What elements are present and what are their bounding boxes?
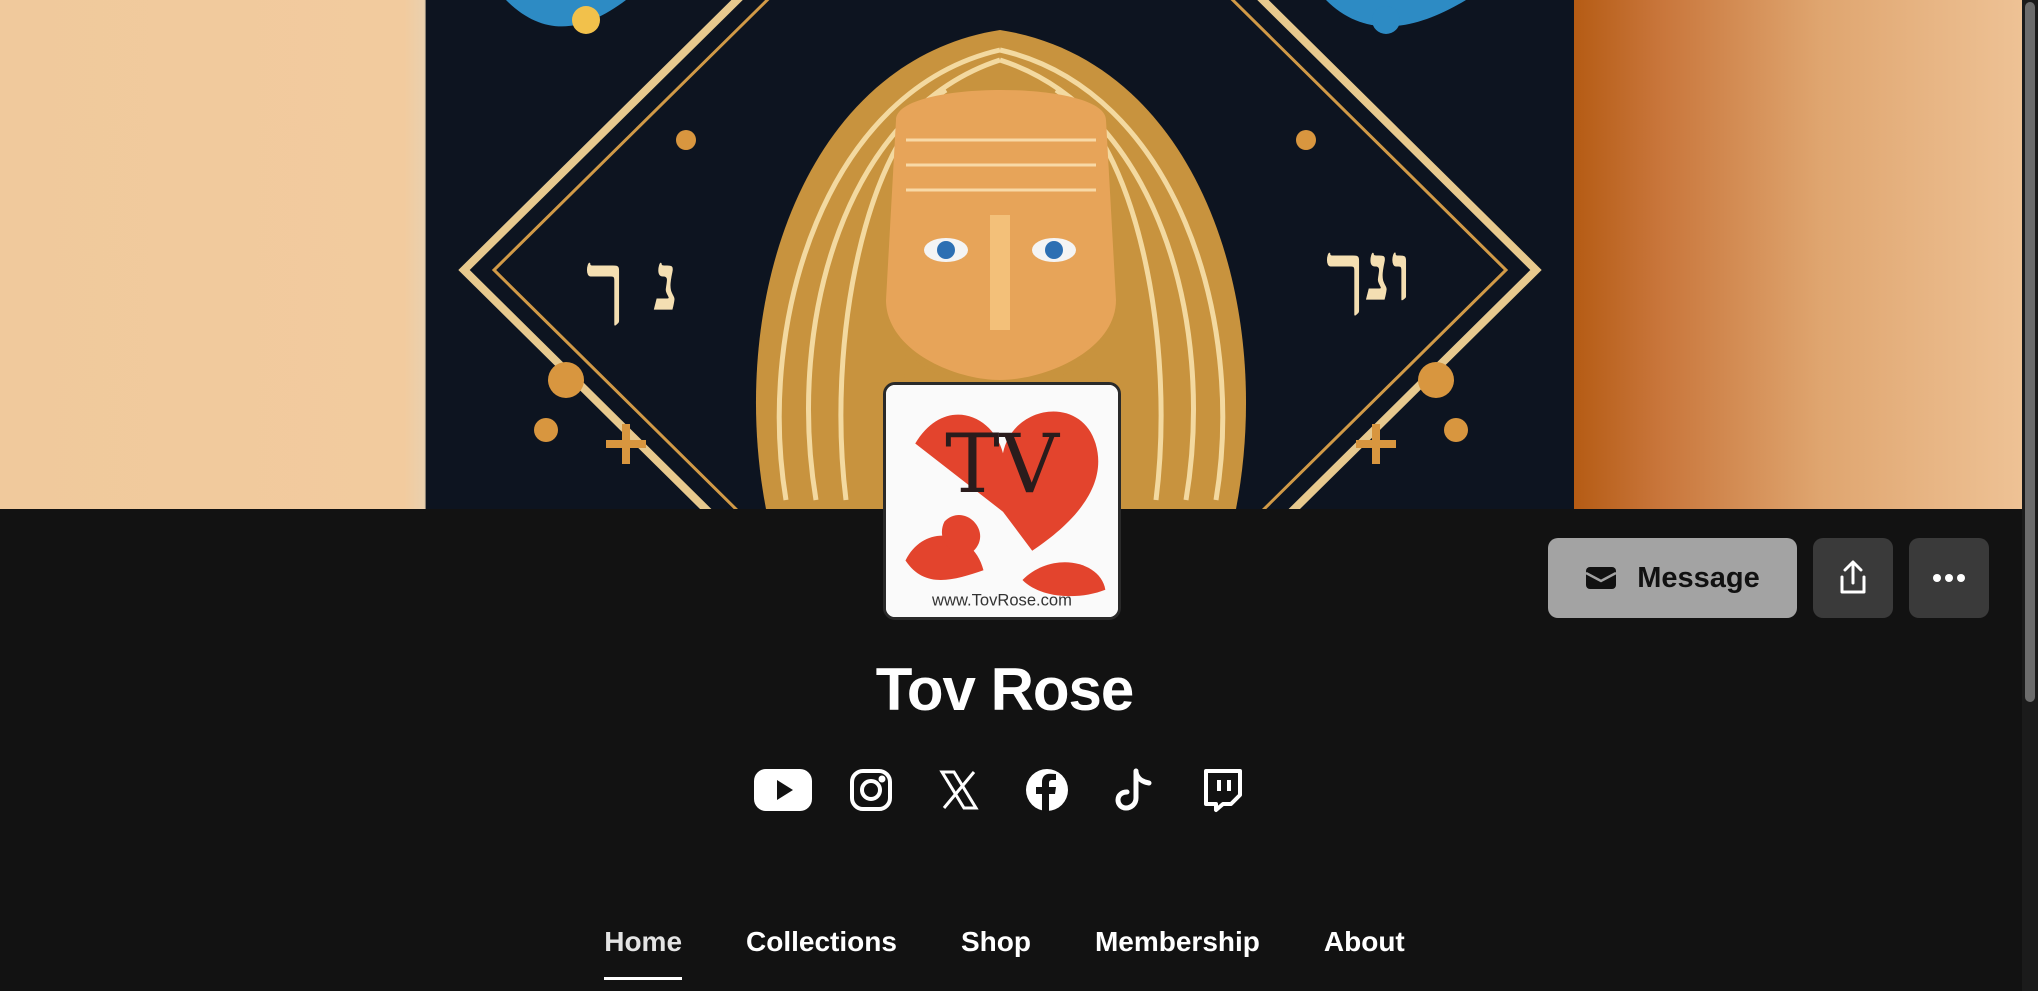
tab-shop[interactable]: Shop xyxy=(961,926,1031,980)
message-button[interactable]: Message xyxy=(1548,538,1797,618)
youtube-link[interactable] xyxy=(754,761,812,819)
message-button-label: Message xyxy=(1637,561,1760,594)
tiktok-icon xyxy=(1115,768,1152,811)
share-button[interactable] xyxy=(1813,538,1893,618)
svg-text:TV: TV xyxy=(945,417,1061,512)
scrollbar-thumb[interactable] xyxy=(2025,2,2035,702)
social-links xyxy=(754,760,1252,820)
x-link[interactable] xyxy=(930,761,988,819)
twitch-icon xyxy=(1204,769,1242,812)
youtube-icon xyxy=(754,769,812,811)
share-icon xyxy=(1840,560,1866,594)
ellipsis-icon xyxy=(1933,574,1965,582)
profile-tabs: Home Collections Shop Membership About xyxy=(0,926,2009,980)
svg-text:www.TovRose.com: www.TovRose.com xyxy=(931,590,1072,609)
tab-home[interactable]: Home xyxy=(604,926,682,980)
profile-actions: Message xyxy=(1548,538,1989,618)
tiktok-link[interactable] xyxy=(1106,761,1164,819)
facebook-icon xyxy=(1026,769,1068,811)
avatar[interactable]: TV www.TovRose.com xyxy=(883,382,1121,620)
envelope-icon xyxy=(1585,567,1617,589)
facebook-link[interactable] xyxy=(1018,761,1076,819)
tab-collections[interactable]: Collections xyxy=(746,926,897,980)
tab-membership[interactable]: Membership xyxy=(1095,926,1260,980)
profile-name: Tov Rose xyxy=(875,656,1135,723)
svg-text:ונך: ונך xyxy=(1326,225,1412,319)
instagram-link[interactable] xyxy=(842,761,900,819)
twitch-link[interactable] xyxy=(1194,761,1252,819)
x-icon xyxy=(939,770,979,810)
svg-text:נ ך: נ ך xyxy=(586,235,679,329)
tov-rose-logo: TV www.TovRose.com xyxy=(886,385,1118,617)
tab-about[interactable]: About xyxy=(1324,926,1405,980)
more-options-button[interactable] xyxy=(1909,538,1989,618)
scrollbar[interactable] xyxy=(2022,0,2038,991)
instagram-icon xyxy=(850,769,892,811)
